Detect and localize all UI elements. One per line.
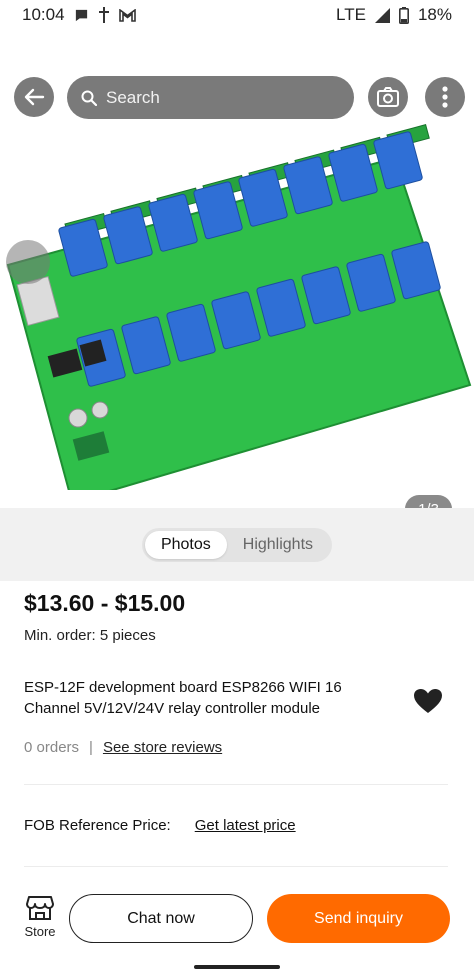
product-gallery[interactable]: Search 1/3 xyxy=(0,30,474,508)
gallery-page-indicator: 1/3 xyxy=(405,495,452,508)
status-time: 10:04 xyxy=(22,5,65,24)
min-order: Min. order: 5 pieces xyxy=(24,627,156,644)
search-icon xyxy=(81,90,97,106)
arrow-left-icon xyxy=(24,88,45,106)
battery-level: 18% xyxy=(417,5,452,24)
media-tabs: Photos Highlights xyxy=(141,527,333,562)
network-label: LTE xyxy=(336,5,366,24)
relay-board-image xyxy=(6,124,472,490)
see-store-reviews-link[interactable]: See store reviews xyxy=(103,739,222,756)
orders-count: 0 orders xyxy=(24,739,80,756)
divider xyxy=(24,866,448,867)
search-bar[interactable]: Search xyxy=(67,76,354,119)
more-vertical-icon xyxy=(442,86,448,108)
heart-icon xyxy=(414,689,442,713)
orders-separator: | xyxy=(89,739,93,756)
price-range: $13.60 - $15.00 xyxy=(24,590,186,616)
cross-icon xyxy=(98,7,110,23)
gmail-icon xyxy=(118,8,136,22)
camera-icon xyxy=(377,87,399,107)
store-label: Store xyxy=(24,924,56,939)
home-indicator xyxy=(194,965,280,969)
search-placeholder: Search xyxy=(106,87,160,107)
tab-photos[interactable]: Photos xyxy=(144,530,227,559)
favorite-button[interactable] xyxy=(413,688,443,719)
back-button[interactable] xyxy=(14,77,54,117)
store-icon xyxy=(26,896,54,920)
fob-price-row: FOB Reference Price: Get latest price xyxy=(24,817,296,834)
product-title: ESP-12F development board ESP8266 WIFI 1… xyxy=(24,679,342,717)
signal-icon xyxy=(374,7,390,23)
send-inquiry-button[interactable]: Send inquiry xyxy=(267,894,450,943)
fob-label: FOB Reference Price: xyxy=(24,817,171,834)
get-latest-price-link[interactable]: Get latest price xyxy=(195,817,296,834)
battery-icon xyxy=(398,6,409,24)
bottom-action-bar: Store Chat now Send inquiry xyxy=(0,885,474,955)
orders-row: 0 orders | See store reviews xyxy=(24,739,222,756)
status-bar: 10:04 LTE 18% xyxy=(0,0,474,30)
divider xyxy=(24,784,448,785)
chat-now-button[interactable]: Chat now xyxy=(69,894,253,943)
tab-highlights[interactable]: Highlights xyxy=(227,531,329,559)
store-button[interactable]: Store xyxy=(20,895,60,939)
media-tabs-strip: Photos Highlights xyxy=(0,508,474,581)
more-options-button[interactable] xyxy=(425,77,465,117)
image-search-button[interactable] xyxy=(368,77,408,117)
chat-bubble-icon xyxy=(74,8,89,23)
